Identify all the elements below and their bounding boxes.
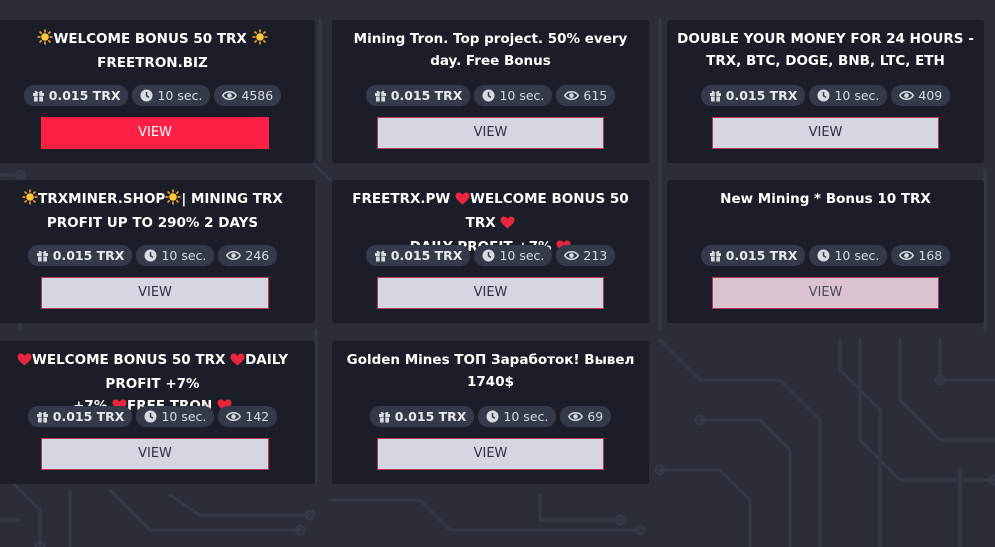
view-button[interactable]: VIEW — [377, 117, 604, 149]
eye-icon — [564, 250, 580, 261]
reward-badge: 0.015 TRX — [700, 245, 806, 266]
view-button[interactable]: VIEW — [41, 277, 269, 309]
views-badge: 142 — [218, 406, 278, 427]
gift-icon — [378, 410, 391, 423]
view-button[interactable]: VIEW — [712, 277, 939, 309]
offer-card: WELCOME BONUS 50 TRX DAILY PROFIT +7% +7… — [0, 341, 315, 484]
offer-title: Golden Mines ТОП Заработок! Вывел 1740$ — [346, 352, 635, 390]
views-badge: 4586 — [214, 85, 282, 106]
offer-stats: 0.015 TRX 10 sec. 409 — [667, 85, 984, 106]
heart-icon — [500, 214, 515, 236]
offer-title: WELCOME BONUS 50 TRX FREETRON.BIZ — [0, 28, 307, 74]
view-button[interactable]: VIEW — [377, 438, 604, 470]
offer-title: Mining Tron. Top project. 50% every day.… — [353, 31, 628, 69]
gift-icon — [374, 89, 387, 102]
timer-badge: 10 sec. — [132, 85, 211, 106]
reward-badge: 0.015 TRX — [27, 245, 133, 266]
views-badge: 69 — [560, 406, 612, 427]
heart-icon — [455, 190, 470, 212]
heart-icon — [17, 351, 32, 373]
eye-icon — [568, 411, 584, 422]
eye-icon — [222, 90, 238, 101]
offer-card: Mining Tron. Top project. 50% every day.… — [332, 20, 649, 163]
offer-stats: 0.015 TRX 10 sec. 4586 — [0, 85, 315, 106]
timer-badge: 10 sec. — [809, 85, 888, 106]
eye-icon — [899, 250, 915, 261]
clock-icon — [817, 249, 830, 262]
offer-title: New Mining * Bonus 10 TRX — [720, 191, 931, 207]
clock-icon — [140, 89, 153, 102]
views-badge: 213 — [556, 245, 616, 266]
reward-badge: 0.015 TRX — [27, 406, 133, 427]
view-button[interactable]: VIEW — [712, 117, 939, 149]
gift-icon — [374, 249, 387, 262]
offer-title: DOUBLE YOUR MONEY FOR 24 HOURS - TRX, BT… — [677, 31, 974, 69]
view-button[interactable]: VIEW — [377, 277, 604, 309]
timer-badge: 10 sec. — [474, 245, 553, 266]
views-badge: 409 — [891, 85, 951, 106]
offer-card: FREETRX.PW WELCOME BONUS 50 TRX DAILY PR… — [332, 180, 649, 323]
offer-stats: 0.015 TRX 10 sec. 213 — [332, 245, 649, 266]
clock-icon — [144, 249, 157, 262]
sun-icon — [37, 29, 53, 52]
sun-icon — [165, 189, 181, 212]
gift-icon — [36, 410, 49, 423]
sun-icon — [22, 189, 38, 212]
timer-badge: 10 sec. — [136, 406, 215, 427]
reward-badge: 0.015 TRX — [369, 406, 475, 427]
offer-title: TRXMINER.SHOP | MINING TRX PROFIT UP TO 2… — [0, 188, 307, 234]
clock-icon — [482, 249, 495, 262]
offer-stats: 0.015 TRX 10 sec. 69 — [332, 406, 649, 427]
gift-icon — [36, 249, 49, 262]
gift-icon — [32, 89, 45, 102]
offer-card: WELCOME BONUS 50 TRX FREETRON.BIZ 0.015 … — [0, 20, 315, 163]
eye-icon — [226, 250, 242, 261]
reward-badge: 0.015 TRX — [365, 85, 471, 106]
offer-stats: 0.015 TRX 10 sec. 142 — [0, 406, 315, 427]
views-badge: 168 — [891, 245, 951, 266]
eye-icon — [564, 90, 580, 101]
view-button[interactable]: VIEW — [41, 438, 269, 470]
gift-icon — [709, 249, 722, 262]
clock-icon — [486, 410, 499, 423]
offer-card: TRXMINER.SHOP | MINING TRX PROFIT UP TO 2… — [0, 180, 315, 323]
reward-badge: 0.015 TRX — [23, 85, 129, 106]
offer-card: Golden Mines ТОП Заработок! Вывел 1740$ … — [332, 341, 649, 484]
offer-stats: 0.015 TRX 10 sec. 615 — [332, 85, 649, 106]
gift-icon — [709, 89, 722, 102]
timer-badge: 10 sec. — [478, 406, 557, 427]
clock-icon — [817, 89, 830, 102]
views-badge: 615 — [556, 85, 616, 106]
sun-icon — [252, 29, 268, 52]
views-badge: 246 — [218, 245, 278, 266]
timer-badge: 10 sec. — [136, 245, 215, 266]
eye-icon — [226, 411, 242, 422]
clock-icon — [482, 89, 495, 102]
eye-icon — [899, 90, 915, 101]
heart-icon — [230, 351, 245, 373]
reward-badge: 0.015 TRX — [365, 245, 471, 266]
offer-card: DOUBLE YOUR MONEY FOR 24 HOURS - TRX, BT… — [667, 20, 984, 163]
view-button[interactable]: VIEW — [41, 117, 269, 149]
clock-icon — [144, 410, 157, 423]
timer-badge: 10 sec. — [809, 245, 888, 266]
offer-card: New Mining * Bonus 10 TRX 0.015 TRX 10 s… — [667, 180, 984, 323]
timer-badge: 10 sec. — [474, 85, 553, 106]
offer-stats: 0.015 TRX 10 sec. 246 — [0, 245, 315, 266]
offer-stats: 0.015 TRX 10 sec. 168 — [667, 245, 984, 266]
reward-badge: 0.015 TRX — [700, 85, 806, 106]
